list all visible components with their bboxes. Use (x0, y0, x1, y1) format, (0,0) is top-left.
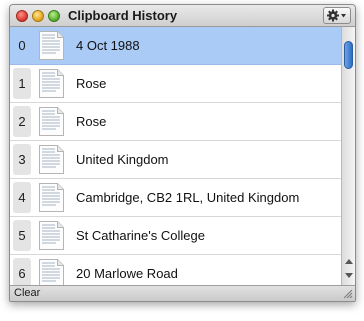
zoom-window-button[interactable] (48, 10, 60, 22)
row-text: 4 Oct 1988 (76, 38, 140, 53)
title-bar[interactable]: Clipboard History (10, 5, 355, 27)
row-text: Cambridge, CB2 1RL, United Kingdom (76, 190, 300, 205)
clipboard-history-window: Clipboard History 0 4 Oct 1988 1 Rose 2 … (9, 4, 356, 302)
row-index: 3 (13, 144, 31, 175)
row-index: 5 (13, 220, 31, 251)
vertical-scrollbar[interactable] (341, 27, 355, 285)
row-text: United Kingdom (76, 152, 169, 167)
text-clipping-icon (39, 145, 64, 174)
row-index: 2 (13, 106, 31, 137)
minimize-window-button[interactable] (32, 10, 44, 22)
resize-grip-icon[interactable] (343, 289, 353, 299)
row-index: 0 (18, 38, 26, 53)
window-title: Clipboard History (68, 8, 178, 23)
text-clipping-icon (39, 107, 64, 136)
text-clipping-icon (39, 259, 64, 285)
row-index: 6 (13, 258, 31, 285)
history-row-4[interactable]: 4 Cambridge, CB2 1RL, United Kingdom (10, 179, 341, 217)
row-text: 20 Marlowe Road (76, 266, 178, 281)
history-row-3[interactable]: 3 United Kingdom (10, 141, 341, 179)
clear-button[interactable]: Clear (14, 287, 40, 299)
scroll-up-arrow-icon[interactable] (345, 259, 353, 264)
scroll-thumb[interactable] (344, 41, 353, 69)
row-text: Rose (76, 76, 107, 91)
history-row-0[interactable]: 0 4 Oct 1988 (10, 27, 341, 65)
text-clipping-icon (39, 221, 64, 250)
chevron-down-icon (341, 14, 346, 18)
row-index: 4 (13, 182, 31, 213)
scroll-down-arrow-icon[interactable] (345, 273, 353, 278)
history-row-5[interactable]: 5 St Catharine's College (10, 217, 341, 255)
row-text: St Catharine's College (76, 228, 205, 243)
action-menu-button[interactable] (323, 7, 351, 24)
text-clipping-icon (39, 31, 64, 60)
history-row-1[interactable]: 1 Rose (10, 65, 341, 103)
status-bar: Clear (10, 285, 355, 301)
close-window-button[interactable] (16, 10, 28, 22)
text-clipping-icon (39, 183, 64, 212)
row-index: 1 (13, 68, 31, 99)
history-row-2[interactable]: 2 Rose (10, 103, 341, 141)
text-clipping-icon (39, 69, 64, 98)
history-row-6[interactable]: 6 20 Marlowe Road (10, 255, 341, 285)
row-text: Rose (76, 114, 107, 129)
gear-icon (327, 9, 346, 22)
history-list[interactable]: 0 4 Oct 1988 1 Rose 2 Rose 3 United King… (10, 27, 341, 285)
